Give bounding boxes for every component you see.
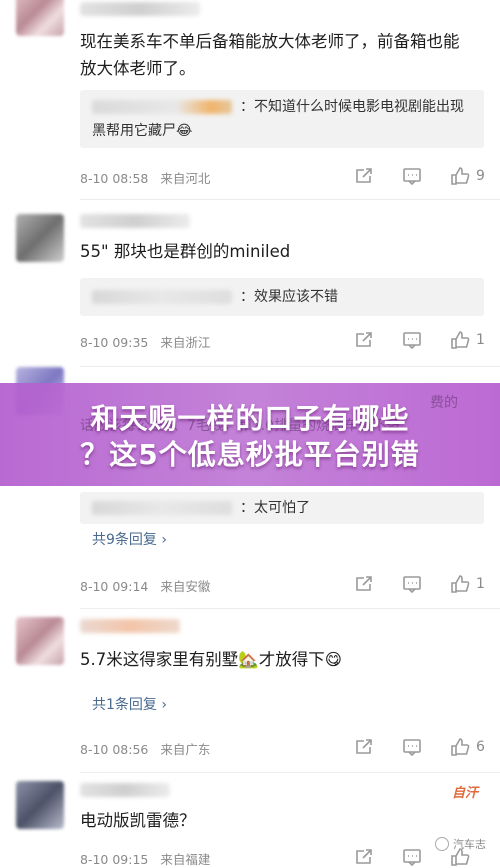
comment-icon: [403, 332, 421, 350]
banner-title-line2: ？这5个低息秒批平台别错: [80, 438, 420, 471]
username[interactable]: [80, 2, 200, 16]
divider: [80, 366, 500, 367]
timestamp: 8-10 08:58: [80, 171, 149, 186]
share-button[interactable]: [354, 737, 374, 757]
divider: [80, 199, 500, 200]
share-button[interactable]: [354, 330, 374, 350]
timestamp: 8-10 09:15: [80, 852, 149, 867]
view-replies-link[interactable]: 共1条回复 ›: [92, 694, 167, 714]
quoted-text: ：效果应该不错: [240, 289, 338, 305]
timestamp: 8-10 08:56: [80, 742, 149, 757]
location: 来自广东: [160, 742, 211, 757]
like-count: 6: [476, 739, 485, 755]
quoted-text: ：不知道什么时候电影电视剧能出现黑帮用它藏尸😂: [92, 99, 464, 139]
banner-title-line1: 和天赐一样的口子有哪些: [90, 402, 410, 435]
username[interactable]: [80, 783, 170, 797]
comment-actions: 1: [326, 574, 486, 594]
comment-button[interactable]: [402, 847, 422, 867]
avatar[interactable]: [16, 781, 64, 829]
like-button[interactable]: 1: [450, 574, 486, 594]
comment-button[interactable]: [402, 330, 422, 350]
comment-actions: 6: [326, 737, 486, 757]
like-button[interactable]: 9: [450, 166, 486, 186]
timestamp: 8-10 09:35: [80, 335, 149, 350]
username[interactable]: [80, 214, 190, 228]
ad-banner[interactable]: 费的 话应该每公里6、7毛钱，和2.0排量的烧油车差不多 和天赐一样的口子有哪些…: [0, 383, 500, 486]
divider: [80, 608, 500, 609]
share-button[interactable]: [354, 574, 374, 594]
quoted-reply[interactable]: ：不知道什么时候电影电视剧能出现黑帮用它藏尸😂: [80, 90, 484, 148]
like-count: 9: [476, 168, 485, 184]
comment-meta: 8-10 08:56 来自广东: [80, 739, 210, 758]
thumbs-up-icon: [451, 738, 470, 756]
avatar[interactable]: [16, 0, 64, 36]
comment-text: 电动版凯雷德？: [80, 811, 196, 830]
comment-icon: [403, 849, 421, 867]
share-icon: [356, 332, 372, 347]
like-button[interactable]: 1: [450, 330, 486, 350]
comment-text: 55" 那块也是群创的miniled: [80, 242, 291, 261]
comment-actions: 1: [326, 330, 486, 350]
comment-actions: 9: [326, 166, 486, 186]
location: 来自河北: [160, 171, 211, 186]
comment-meta: 8-10 09:14 来自安徽: [80, 576, 210, 595]
watermark-text: 汽车志: [453, 838, 486, 851]
divider: [80, 772, 500, 773]
location: 来自浙江: [160, 335, 211, 350]
share-icon: [356, 168, 372, 183]
comment-button[interactable]: [402, 574, 422, 594]
comment-text: 5.7米这得家里有别墅🏡才放得下😋: [80, 650, 342, 669]
comment-button[interactable]: [402, 166, 422, 186]
like-count: 1: [476, 332, 485, 348]
avatar[interactable]: [16, 617, 64, 665]
quoted-reply[interactable]: ：太可怕了: [80, 492, 484, 524]
comment-icon: [403, 168, 421, 186]
timestamp: 8-10 09:14: [80, 579, 149, 594]
view-replies-link[interactable]: 共9条回复 ›: [92, 529, 167, 549]
share-icon: [356, 739, 372, 754]
comment-meta: 8-10 08:58 来自河北: [80, 168, 210, 187]
comment-text: 现在美系车不单后备箱能放大体老师了，前备箱也能放大体老师了。: [80, 32, 460, 78]
share-button[interactable]: [354, 166, 374, 186]
comment-icon: [403, 576, 421, 594]
comment-meta: 8-10 09:15 来自福建: [80, 849, 210, 868]
wechat-icon: [435, 837, 449, 851]
thumbs-up-icon: [451, 331, 470, 349]
location: 来自福建: [160, 852, 211, 867]
quoted-reply[interactable]: ：效果应该不错: [80, 278, 484, 316]
like-count: 1: [476, 576, 485, 592]
quoted-text: ：太可怕了: [240, 500, 310, 516]
source-tag: 自汗: [451, 786, 478, 801]
watermark: 汽车志: [435, 836, 486, 852]
share-icon: [356, 576, 372, 591]
thumbs-up-icon: [451, 575, 470, 593]
share-icon: [356, 849, 372, 864]
avatar[interactable]: [16, 214, 64, 262]
share-button[interactable]: [354, 847, 374, 867]
like-button[interactable]: 6: [450, 737, 486, 757]
comment-meta: 8-10 09:35 来自浙江: [80, 332, 210, 351]
username[interactable]: [80, 619, 180, 633]
comment-icon: [403, 739, 421, 757]
thumbs-up-icon: [451, 167, 470, 185]
comment-button[interactable]: [402, 737, 422, 757]
location: 来自安徽: [160, 579, 211, 594]
